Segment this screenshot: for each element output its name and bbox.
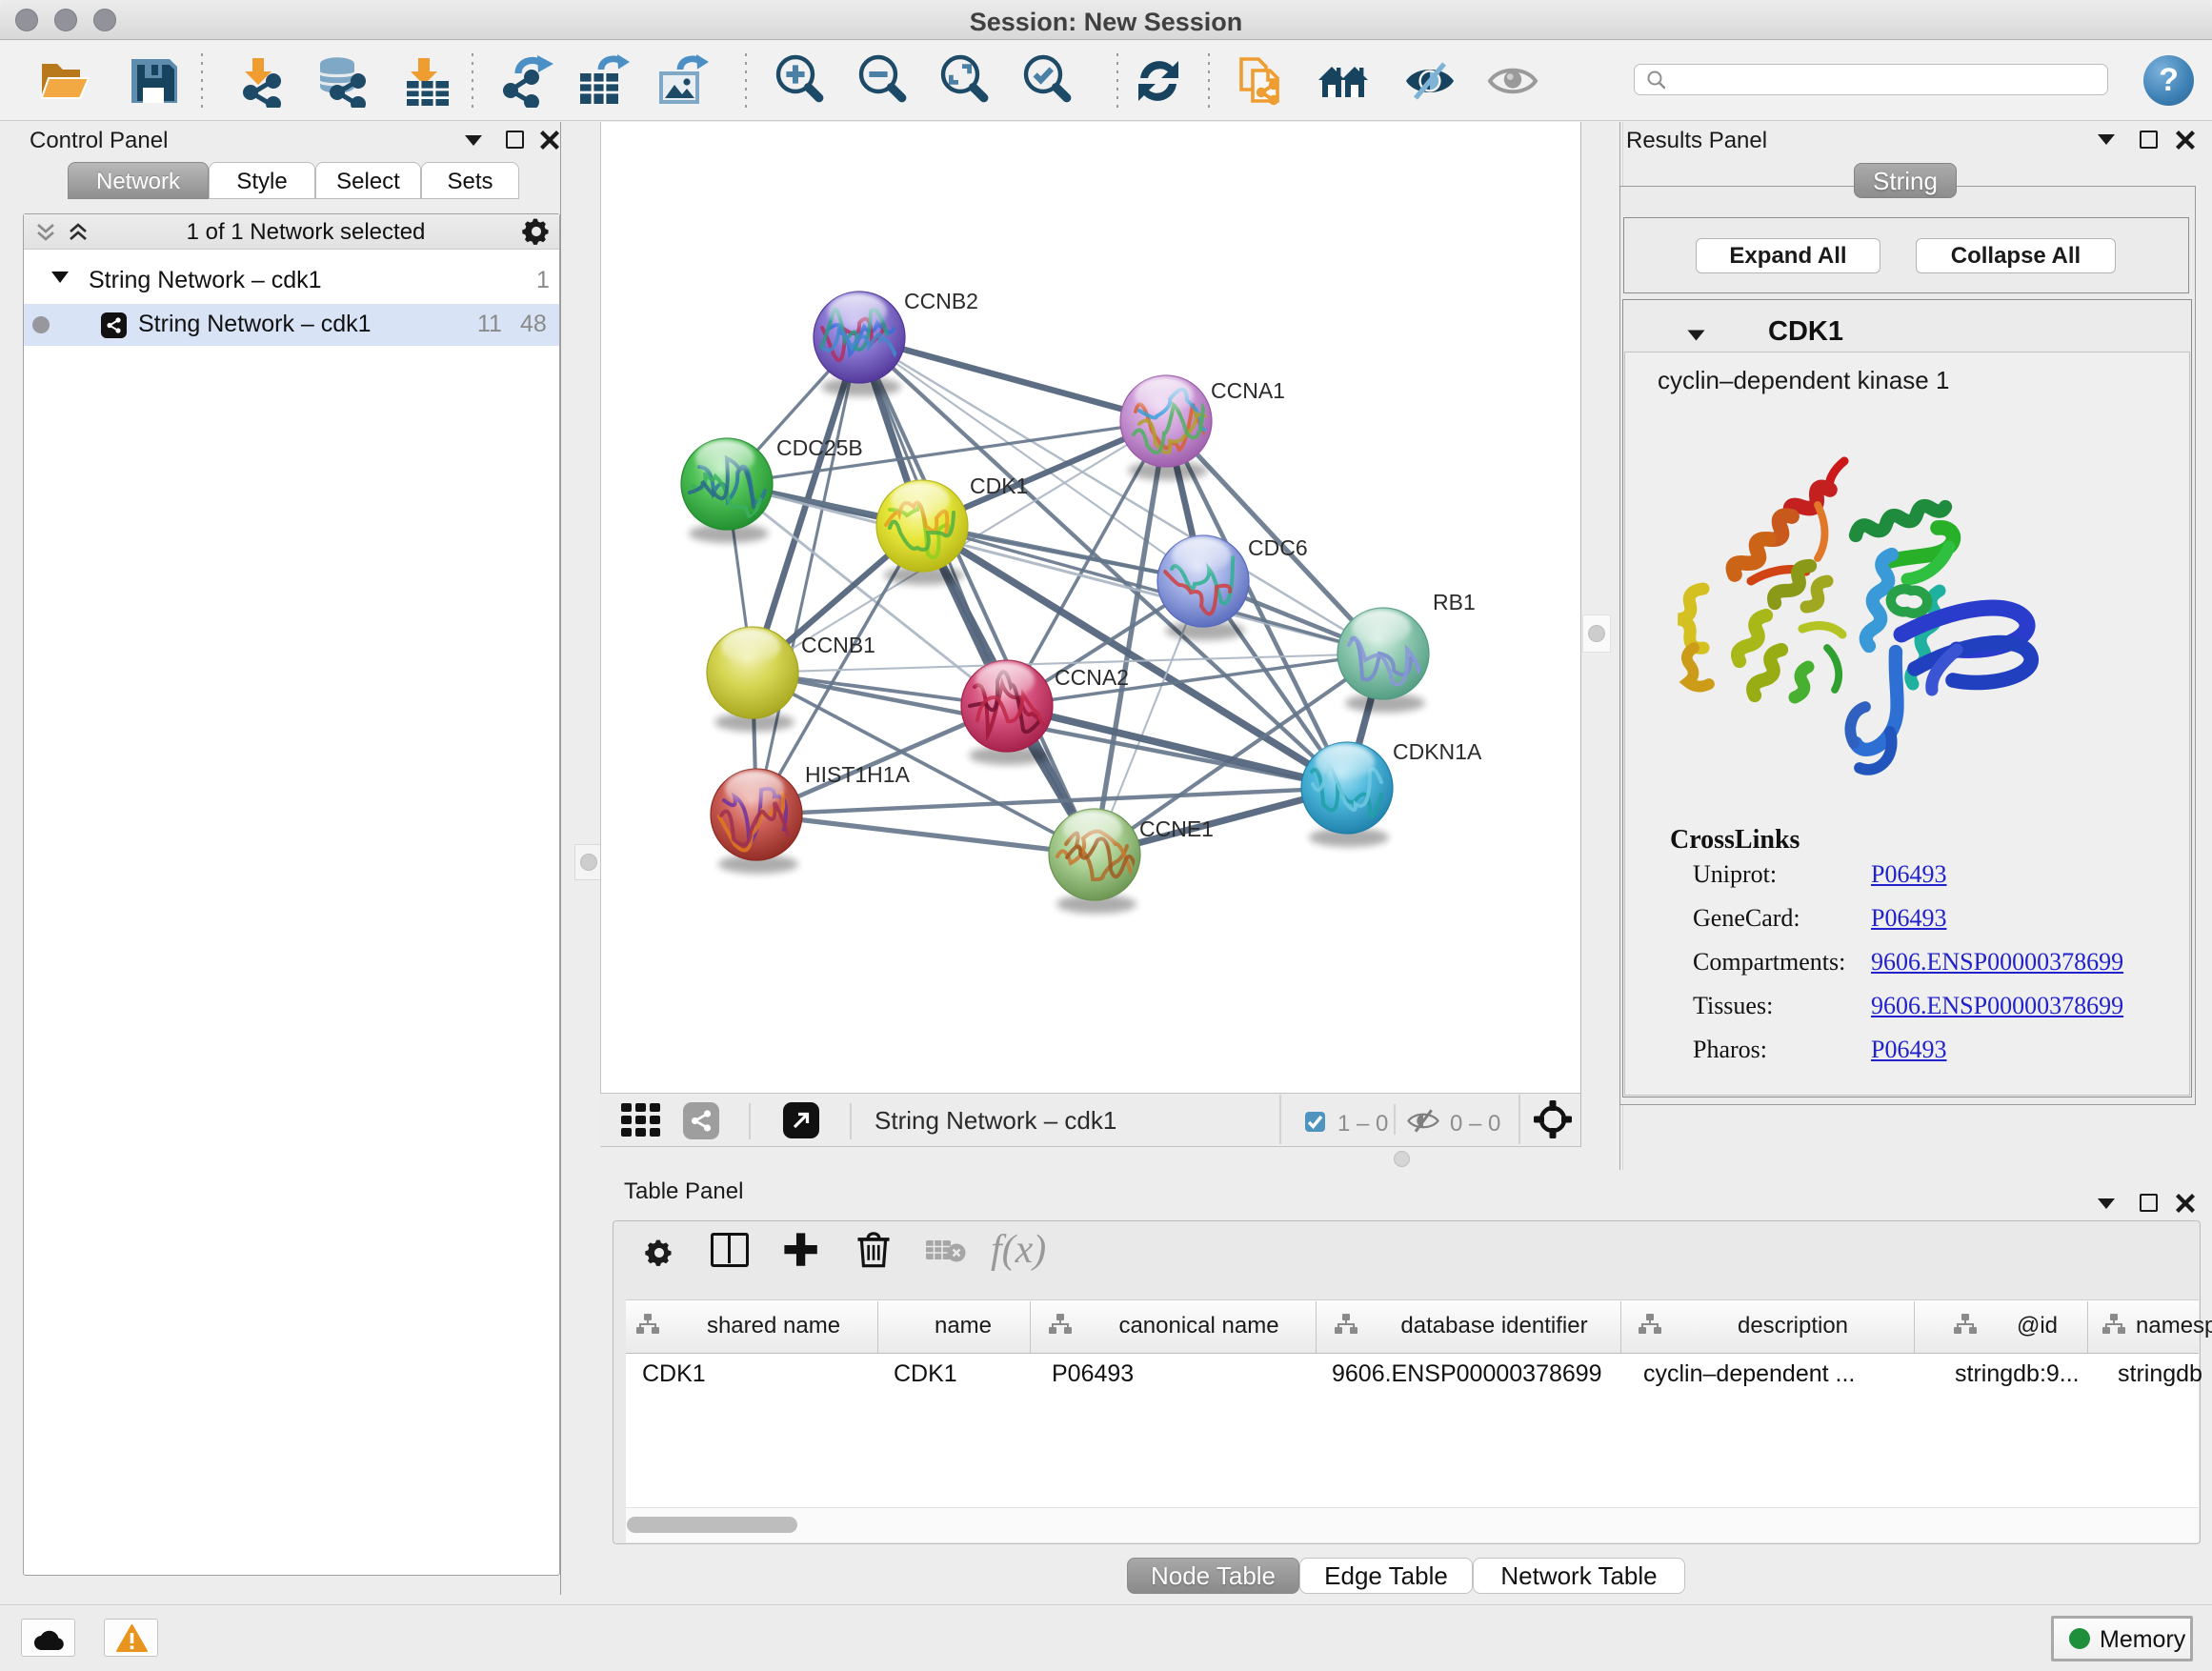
svg-text:CCNB2: CCNB2 — [904, 289, 978, 313]
svg-text:CDC25B: CDC25B — [776, 435, 863, 460]
svg-text:CCNA2: CCNA2 — [1055, 665, 1129, 690]
svg-text:HIST1H1A: HIST1H1A — [805, 762, 911, 787]
svg-text:CDK1: CDK1 — [970, 473, 1028, 498]
svg-text:CDKN1A: CDKN1A — [1393, 739, 1482, 764]
svg-text:CCNB1: CCNB1 — [801, 633, 875, 657]
svg-text:RB1: RB1 — [1433, 590, 1476, 614]
svg-text:CCNA1: CCNA1 — [1211, 378, 1285, 403]
svg-text:CCNE1: CCNE1 — [1139, 816, 1214, 841]
svg-text:CDC6: CDC6 — [1248, 535, 1308, 560]
